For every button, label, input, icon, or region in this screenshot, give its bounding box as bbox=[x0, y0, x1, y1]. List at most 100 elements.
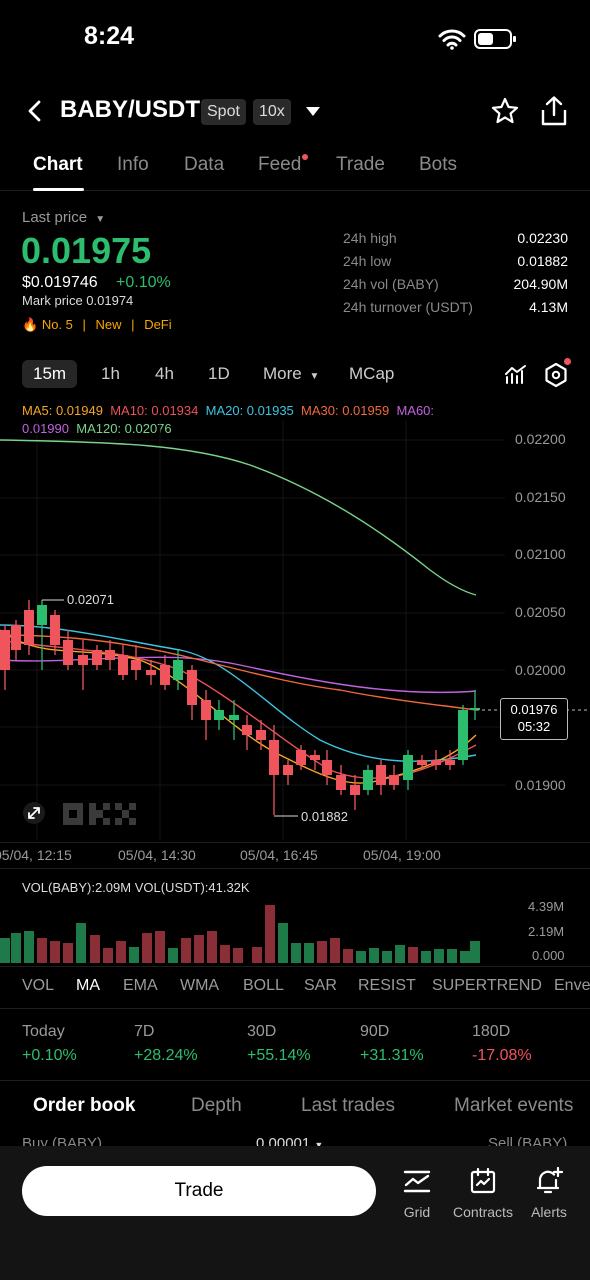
candle-countdown: 05:32 bbox=[517, 719, 551, 734]
volume-bar bbox=[304, 943, 314, 963]
y-axis-label: 0.02000 bbox=[515, 662, 566, 678]
last-price-label[interactable]: Last price ▼ bbox=[22, 209, 105, 226]
indicator-ma[interactable]: MA bbox=[76, 977, 100, 995]
high-annotation: 0.02071 bbox=[67, 592, 114, 607]
indicator-wma[interactable]: WMA bbox=[180, 977, 219, 995]
perf-label: 30D bbox=[247, 1023, 277, 1040]
rank-tag[interactable]: No. 5 bbox=[42, 317, 73, 332]
perf-value: +31.31% bbox=[360, 1047, 424, 1064]
volume-bar bbox=[129, 947, 139, 963]
indicator-envelope[interactable]: Enve bbox=[554, 977, 590, 995]
tab-trade[interactable]: Trade bbox=[336, 154, 385, 176]
candle-body bbox=[24, 610, 34, 645]
grid-label: Grid bbox=[403, 1204, 431, 1220]
price-chart[interactable] bbox=[0, 420, 590, 840]
stat-value: 204.90M bbox=[513, 276, 568, 292]
volume-bar bbox=[11, 933, 21, 963]
contracts-button[interactable]: Contracts bbox=[452, 1164, 514, 1244]
tab-order-book[interactable]: Order book bbox=[33, 1095, 135, 1117]
defi-tag[interactable]: DeFi bbox=[144, 317, 171, 332]
price-step-select[interactable]: 0.00001 ▼ bbox=[256, 1135, 323, 1146]
candle-body bbox=[417, 760, 427, 765]
favorite-star-icon[interactable] bbox=[490, 96, 520, 126]
volume-bar bbox=[278, 923, 288, 963]
tab-market-events[interactable]: Market events bbox=[454, 1095, 590, 1117]
last-price-label-text: Last price bbox=[22, 209, 88, 226]
indicator-chart-icon[interactable] bbox=[504, 363, 528, 387]
perf-label: Today bbox=[22, 1023, 65, 1040]
tag-row: 🔥 No. 5 | New | DeFi bbox=[22, 317, 172, 333]
volume-bar bbox=[194, 935, 204, 963]
leverage-badge: 10x bbox=[253, 99, 291, 125]
indicator-boll[interactable]: BOLL bbox=[243, 977, 284, 995]
volume-bar bbox=[63, 943, 73, 963]
main-tabs: Chart Info Data Feed Trade Bots bbox=[0, 150, 590, 191]
back-arrow-icon[interactable] bbox=[26, 100, 44, 122]
fullscreen-icon[interactable] bbox=[22, 801, 46, 825]
ma10-value: MA10: 0.01934 bbox=[110, 403, 199, 418]
volume-bar bbox=[0, 938, 10, 963]
tab-last-trades[interactable]: Last trades bbox=[301, 1095, 395, 1117]
y-axis-label: 0.02100 bbox=[515, 546, 566, 562]
volume-bar bbox=[330, 938, 340, 963]
ma30-value: MA30: 0.01959 bbox=[301, 403, 390, 418]
grid-bot-icon bbox=[403, 1170, 431, 1193]
candle-body bbox=[0, 630, 10, 670]
timeframe-more[interactable]: More ▼ bbox=[263, 360, 319, 388]
tab-info[interactable]: Info bbox=[117, 154, 149, 176]
candle-body bbox=[160, 665, 170, 685]
timeframe-4h[interactable]: 4h bbox=[155, 360, 174, 388]
indicator-vol[interactable]: VOL bbox=[22, 977, 54, 995]
low-annotation: 0.01882 bbox=[301, 809, 348, 824]
x-axis-divider bbox=[0, 842, 590, 843]
candle-body bbox=[37, 605, 47, 625]
timeframe-1h[interactable]: 1h bbox=[101, 360, 120, 388]
perf-value: +55.14% bbox=[247, 1047, 311, 1064]
candle-body bbox=[389, 775, 399, 785]
volume-bar bbox=[142, 933, 152, 963]
pair-title[interactable]: BABY/USDT bbox=[60, 96, 200, 124]
candle-body bbox=[11, 625, 21, 650]
volume-bar bbox=[76, 923, 86, 963]
candle-body bbox=[310, 755, 320, 760]
volume-chart bbox=[0, 905, 480, 963]
candle-body bbox=[445, 760, 455, 765]
candle-body bbox=[173, 660, 183, 680]
tab-bots[interactable]: Bots bbox=[419, 154, 457, 176]
chart-settings-icon[interactable] bbox=[543, 362, 569, 388]
stat-value: 0.01882 bbox=[517, 253, 568, 269]
stat-label: 24h vol (BABY) bbox=[343, 276, 439, 292]
indicator-sar[interactable]: SAR bbox=[304, 977, 337, 995]
tab-data[interactable]: Data bbox=[184, 154, 224, 176]
indicator-resist[interactable]: RESIST bbox=[358, 977, 416, 995]
pair-dropdown-icon[interactable] bbox=[304, 105, 322, 117]
stat-label: 24h high bbox=[343, 230, 397, 246]
y-axis-label: 0.02200 bbox=[515, 431, 566, 447]
new-tag[interactable]: New bbox=[96, 317, 122, 332]
indicator-supertrend[interactable]: SUPERTREND bbox=[432, 977, 542, 995]
indicator-ema[interactable]: EMA bbox=[123, 977, 158, 995]
spot-badge: Spot bbox=[201, 99, 246, 125]
timeframe-more-label: More bbox=[263, 364, 302, 383]
volume-bar bbox=[447, 949, 457, 963]
settings-notification-dot bbox=[564, 358, 571, 365]
volume-bar bbox=[343, 949, 353, 963]
grid-button[interactable]: Grid bbox=[395, 1164, 439, 1224]
tab-feed[interactable]: Feed bbox=[258, 154, 301, 176]
x-axis-label: 05/04, 14:30 bbox=[118, 847, 196, 863]
candle-body bbox=[350, 785, 360, 795]
tab-chart[interactable]: Chart bbox=[33, 154, 83, 176]
trade-button[interactable]: Trade bbox=[22, 1166, 376, 1216]
mcap-toggle[interactable]: MCap bbox=[349, 360, 394, 388]
alerts-button[interactable]: Alerts bbox=[526, 1164, 572, 1224]
candle-body bbox=[296, 750, 306, 765]
perf-value: -17.08% bbox=[472, 1047, 532, 1064]
timeframe-15m[interactable]: 15m bbox=[22, 360, 78, 388]
tab-depth[interactable]: Depth bbox=[191, 1095, 242, 1117]
timeframe-1d[interactable]: 1D bbox=[208, 360, 230, 388]
indicator-divider bbox=[0, 966, 590, 967]
buy-column-label: Buy (BABY) bbox=[22, 1135, 103, 1146]
share-icon[interactable] bbox=[539, 95, 569, 127]
candle-body bbox=[229, 715, 239, 720]
perf-label: 180D bbox=[472, 1023, 511, 1040]
